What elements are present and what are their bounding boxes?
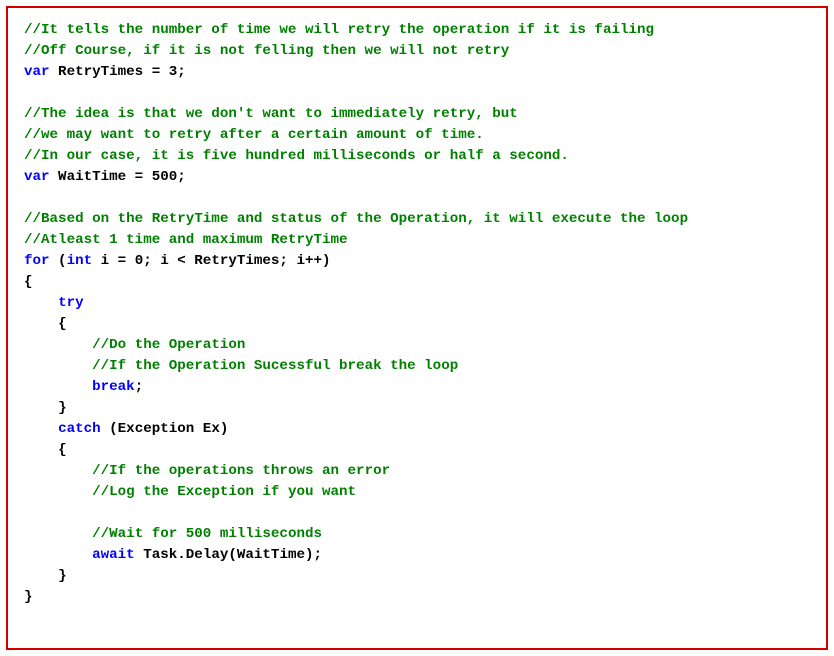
keyword-for: for <box>24 253 50 269</box>
keyword-catch: catch <box>58 421 101 437</box>
comment-line: //we may want to retry after a certain a… <box>24 127 484 143</box>
brace: } <box>24 589 33 605</box>
keyword-await: await <box>92 547 135 563</box>
indent <box>24 463 92 479</box>
code-text: i = 0; i < RetryTimes; i++) <box>92 253 330 269</box>
comment-line: //Wait for 500 milliseconds <box>92 526 322 542</box>
brace: } <box>58 568 67 584</box>
indent <box>24 442 58 458</box>
brace: { <box>24 274 33 290</box>
indent <box>24 358 92 374</box>
comment-line: //Based on the RetryTime and status of t… <box>24 211 688 227</box>
code-text: ; <box>135 379 144 395</box>
code-text: (Exception Ex) <box>101 421 229 437</box>
indent <box>24 484 92 500</box>
keyword-break: break <box>92 379 135 395</box>
indent <box>24 568 58 584</box>
indent <box>24 547 92 563</box>
keyword-var: var <box>24 169 50 185</box>
comment-line: //Do the Operation <box>92 337 245 353</box>
code-block: //It tells the number of time we will re… <box>6 6 828 650</box>
comment-line: //If the operations throws an error <box>92 463 390 479</box>
keyword-int: int <box>67 253 93 269</box>
comment-line: //Off Course, if it is not felling then … <box>24 43 509 59</box>
indent <box>24 379 92 395</box>
comment-line: //It tells the number of time we will re… <box>24 22 654 38</box>
indent <box>24 421 58 437</box>
comment-line: //Log the Exception if you want <box>92 484 356 500</box>
indent <box>24 295 58 311</box>
indent <box>24 400 58 416</box>
indent <box>24 526 92 542</box>
brace: { <box>58 316 67 332</box>
comment-line: //If the Operation Sucessful break the l… <box>92 358 458 374</box>
indent <box>24 316 58 332</box>
code-text: ( <box>50 253 67 269</box>
keyword-var: var <box>24 64 50 80</box>
brace: { <box>58 442 67 458</box>
comment-line: //Atleast 1 time and maximum RetryTime <box>24 232 348 248</box>
comment-line: //The idea is that we don't want to imme… <box>24 106 518 122</box>
keyword-try: try <box>58 295 84 311</box>
comment-line: //In our case, it is five hundred millis… <box>24 148 569 164</box>
indent <box>24 337 92 353</box>
brace: } <box>58 400 67 416</box>
code-text: WaitTime = 500; <box>50 169 186 185</box>
code-text: RetryTimes = 3; <box>50 64 186 80</box>
code-text: Task.Delay(WaitTime); <box>135 547 322 563</box>
